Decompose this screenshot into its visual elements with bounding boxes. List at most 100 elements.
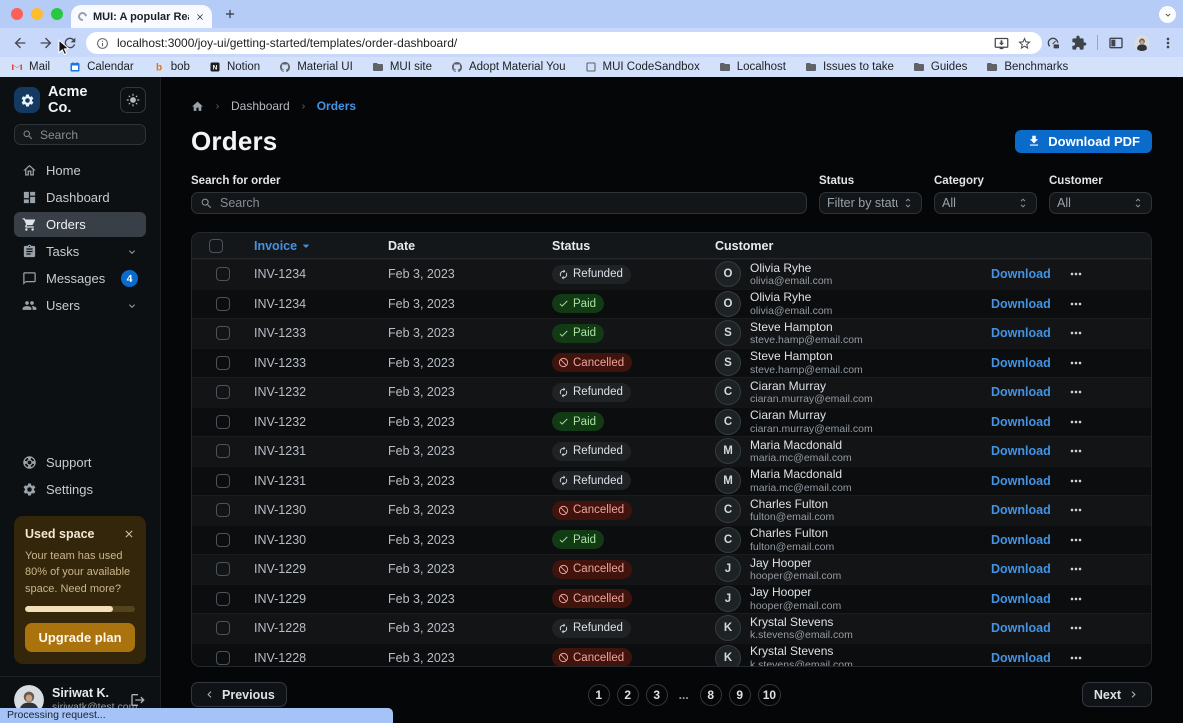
upgrade-plan-button[interactable]: Upgrade plan (25, 623, 135, 652)
bookmark-item[interactable]: Material UI (279, 61, 353, 73)
download-link[interactable]: Download (991, 474, 1051, 488)
side-panel-icon[interactable] (1108, 35, 1124, 51)
sidebar-nav-item[interactable]: Tasks (14, 239, 146, 264)
row-checkbox[interactable] (216, 326, 230, 340)
brand-logo-button[interactable] (14, 87, 40, 113)
bookmark-item[interactable]: MUI CodeSandbox (585, 61, 700, 73)
breadcrumb-dashboard[interactable]: Dashboard (231, 99, 290, 113)
browser-profile-avatar[interactable] (1134, 35, 1150, 51)
bookmark-item[interactable]: Benchmarks (986, 61, 1068, 73)
site-info-icon[interactable] (96, 37, 109, 50)
row-menu-kebab-icon[interactable] (1068, 650, 1084, 666)
download-link[interactable]: Download (991, 562, 1051, 576)
column-header-invoice[interactable]: Invoice (240, 238, 374, 254)
order-search-input[interactable] (220, 196, 798, 210)
row-checkbox[interactable] (216, 592, 230, 606)
row-menu-kebab-icon[interactable] (1068, 532, 1084, 548)
download-link[interactable]: Download (991, 651, 1051, 665)
download-link[interactable]: Download (991, 267, 1051, 281)
row-checkbox[interactable] (216, 267, 230, 281)
sidebar-nav-item[interactable]: Messages 4 (14, 266, 146, 291)
download-link[interactable]: Download (991, 356, 1051, 370)
previous-page-button[interactable]: Previous (191, 682, 287, 707)
page-number-button[interactable]: 8 (700, 684, 722, 706)
row-menu-kebab-icon[interactable] (1068, 620, 1084, 636)
sidebar-search[interactable] (14, 124, 146, 145)
sidebar-nav-item[interactable]: Orders (14, 212, 146, 237)
sidebar-nav-item[interactable]: Settings (14, 477, 146, 502)
gauge-lock-icon[interactable] (1045, 35, 1061, 51)
bookmark-item[interactable]: Calendar (69, 61, 134, 73)
logout-icon[interactable] (130, 692, 146, 708)
row-checkbox[interactable] (216, 444, 230, 458)
row-menu-kebab-icon[interactable] (1068, 325, 1084, 341)
bookmark-item[interactable]: Issues to take (805, 61, 894, 73)
back-button[interactable] (12, 35, 28, 51)
home-icon[interactable] (191, 100, 204, 113)
row-menu-kebab-icon[interactable] (1068, 561, 1084, 577)
download-link[interactable]: Download (991, 385, 1051, 399)
page-number-button[interactable]: 1 (588, 684, 610, 706)
row-menu-kebab-icon[interactable] (1068, 266, 1084, 282)
bookmark-item[interactable]: Localhost (719, 61, 786, 73)
row-checkbox[interactable] (216, 356, 230, 370)
download-link[interactable]: Download (991, 503, 1051, 517)
row-checkbox[interactable] (216, 621, 230, 635)
download-link[interactable]: Download (991, 533, 1051, 547)
page-number-button[interactable]: 9 (729, 684, 751, 706)
install-app-icon[interactable] (994, 36, 1009, 51)
url-bar[interactable]: localhost:3000/joy-ui/getting-started/te… (86, 32, 1042, 54)
row-menu-kebab-icon[interactable] (1068, 384, 1084, 400)
browser-menu-kebab-icon[interactable] (1160, 35, 1176, 51)
page-number-button[interactable]: 10 (758, 684, 781, 706)
sidebar-nav-item[interactable]: Users (14, 293, 146, 318)
download-link[interactable]: Download (991, 326, 1051, 340)
row-checkbox[interactable] (216, 562, 230, 576)
row-menu-kebab-icon[interactable] (1068, 591, 1084, 607)
zoom-window-button[interactable] (51, 8, 63, 20)
filter-select[interactable]: All (934, 192, 1037, 214)
select-all-checkbox[interactable] (209, 239, 223, 253)
color-scheme-toggle[interactable] (120, 87, 146, 113)
row-checkbox[interactable] (216, 385, 230, 399)
row-menu-kebab-icon[interactable] (1068, 443, 1084, 459)
row-menu-kebab-icon[interactable] (1068, 473, 1084, 489)
sidebar-nav-item[interactable]: Support (14, 450, 146, 475)
new-tab-button[interactable] (223, 7, 237, 21)
row-checkbox[interactable] (216, 415, 230, 429)
bookmark-star-icon[interactable] (1017, 36, 1032, 51)
row-menu-kebab-icon[interactable] (1068, 414, 1084, 430)
row-menu-kebab-icon[interactable] (1068, 355, 1084, 371)
close-window-button[interactable] (11, 8, 23, 20)
download-link[interactable]: Download (991, 621, 1051, 635)
forward-button[interactable] (38, 35, 54, 51)
filter-select[interactable]: All (1049, 192, 1152, 214)
close-icon[interactable] (123, 528, 135, 540)
next-page-button[interactable]: Next (1082, 682, 1152, 707)
download-link[interactable]: Download (991, 415, 1051, 429)
row-checkbox[interactable] (216, 474, 230, 488)
download-link[interactable]: Download (991, 297, 1051, 311)
row-checkbox[interactable] (216, 651, 230, 665)
row-menu-kebab-icon[interactable] (1068, 502, 1084, 518)
browser-tab[interactable]: MUI: A popular React UI fram (71, 5, 212, 28)
order-search-box[interactable] (191, 192, 807, 214)
download-link[interactable]: Download (991, 592, 1051, 606)
sidebar-search-input[interactable] (40, 128, 138, 142)
bookmark-item[interactable]: N Notion (209, 61, 260, 73)
tab-search-button[interactable] (1159, 6, 1176, 23)
row-checkbox[interactable] (216, 503, 230, 517)
page-number-button[interactable]: 2 (617, 684, 639, 706)
bookmark-item[interactable]: Guides (913, 61, 967, 73)
minimize-window-button[interactable] (31, 8, 43, 20)
bookmark-item[interactable]: Adopt Material You (451, 61, 566, 73)
download-link[interactable]: Download (991, 444, 1051, 458)
extensions-puzzle-icon[interactable] (1071, 35, 1087, 51)
bookmark-item[interactable]: b bob (153, 61, 190, 73)
sidebar-nav-item[interactable]: Dashboard (14, 185, 146, 210)
bookmark-item[interactable]: MUI site (372, 61, 432, 73)
page-number-button[interactable]: 3 (646, 684, 668, 706)
download-pdf-button[interactable]: Download PDF (1015, 130, 1152, 153)
page-number-button[interactable]: ... (675, 684, 693, 706)
tab-close-icon[interactable] (195, 12, 205, 22)
